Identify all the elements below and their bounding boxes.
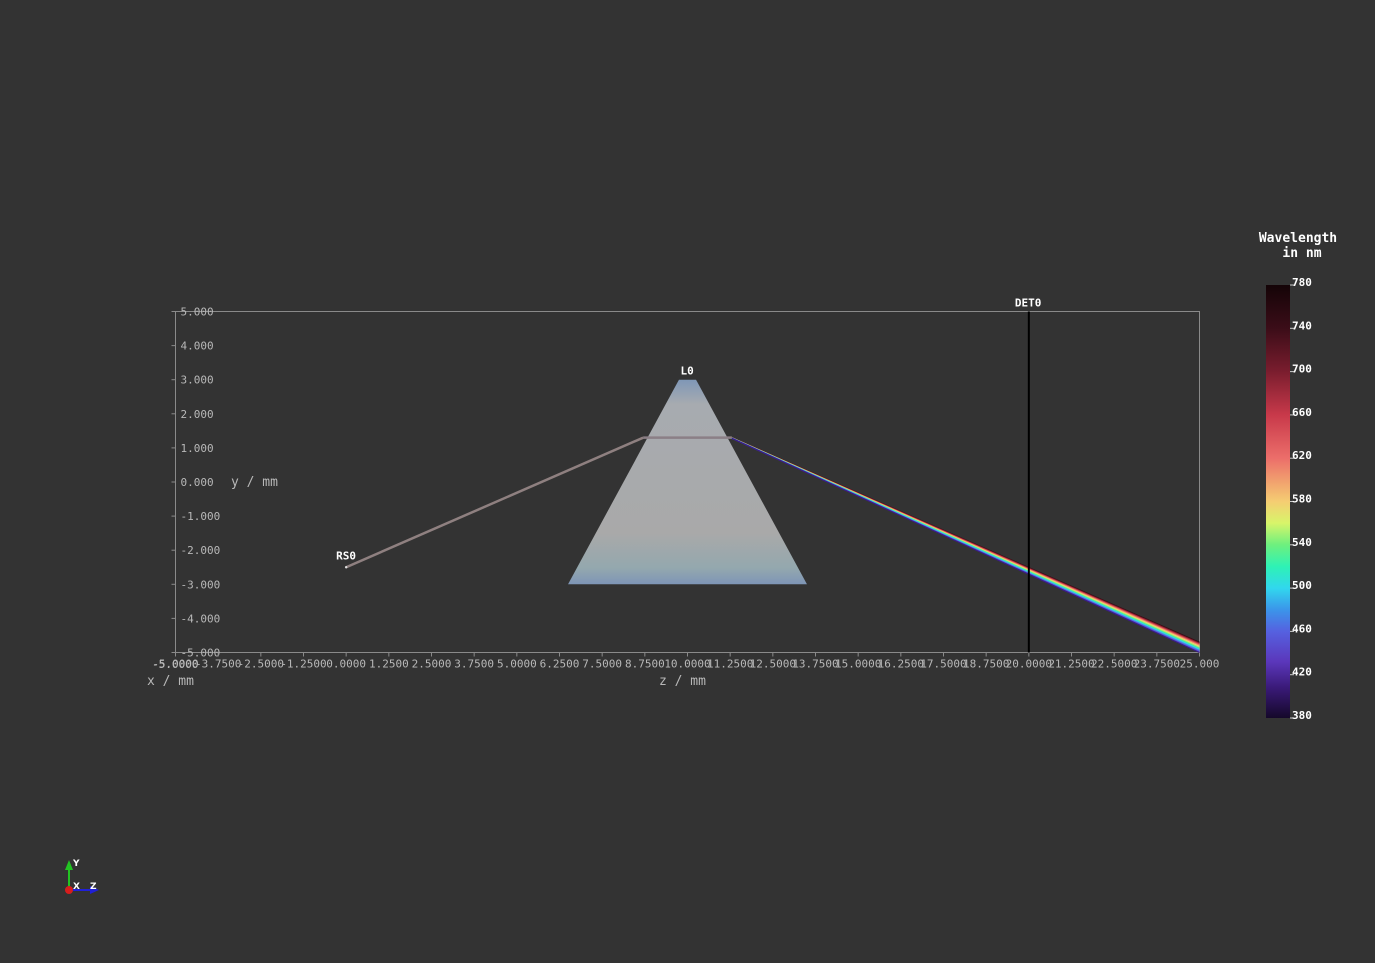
colorbar-tick-label: 420 bbox=[1292, 666, 1312, 679]
wavelength-colorbar bbox=[1266, 285, 1290, 718]
z-tick-label: 21.2500 bbox=[1048, 658, 1094, 671]
y-axis-ticks: 5.000 4.000 3.000 2.000 1.000 0.000 -1.000 -2.0… bbox=[171, 306, 221, 660]
colorbar-title-line1: Wavelength bbox=[1259, 231, 1337, 246]
colorbar-title-line2: in nm bbox=[1282, 246, 1321, 261]
orientation-triad[interactable]: Y X Z bbox=[65, 859, 99, 894]
z-tick-label: 10.0000 bbox=[664, 658, 710, 671]
z-tick-label: 3.7500 bbox=[454, 658, 494, 671]
colorbar-tick-label: 380 bbox=[1292, 709, 1312, 722]
z-tick-label: 6.2500 bbox=[540, 658, 580, 671]
x-arrow-icon bbox=[65, 886, 73, 894]
triad-y-label: Y bbox=[72, 859, 80, 869]
y-tick-label: 2.000 bbox=[181, 408, 214, 421]
colorbar-tick-label: 460 bbox=[1292, 622, 1312, 635]
z-tick-label: 12.5000 bbox=[750, 658, 796, 671]
colorbar-tick-label: 740 bbox=[1292, 319, 1312, 332]
spectrum-ray bbox=[731, 437, 1200, 654]
colorbar-tick-label: 580 bbox=[1292, 493, 1312, 506]
z-axis-label: z / mm bbox=[659, 674, 706, 689]
z-tick-label: 20.0000 bbox=[1006, 658, 1052, 671]
y-tick-label: -2.000 bbox=[181, 544, 221, 557]
z-tick-label: 7.5000 bbox=[582, 658, 622, 671]
y-tick-label: 1.000 bbox=[181, 442, 214, 455]
z-tick-label: 23.7500 bbox=[1134, 658, 1180, 671]
colorbar-tick-label: 620 bbox=[1292, 449, 1312, 462]
z-tick-label: 22.5000 bbox=[1091, 658, 1137, 671]
colorbar-tick-label: 660 bbox=[1292, 406, 1312, 419]
colorbar-tick-label: 700 bbox=[1292, 363, 1312, 376]
z-tick-label: -1.2500 bbox=[280, 658, 326, 671]
z-axis-ticks: -5.0000-3.7500-2.5000-1.2500 0.0000 1.2500… bbox=[152, 652, 1220, 671]
colorbar-tick-label: 540 bbox=[1292, 536, 1312, 549]
z-tick-label: -2.5000 bbox=[238, 658, 284, 671]
z-tick-label: 8.7500 bbox=[625, 658, 665, 671]
z-tick-label: -3.7500 bbox=[195, 658, 241, 671]
detector-label: DET0 bbox=[1015, 297, 1041, 310]
x-axis-tick: -5.0000 bbox=[152, 658, 198, 671]
lens-label: L0 bbox=[681, 365, 694, 378]
z-tick-label: 1.2500 bbox=[369, 658, 409, 671]
z-tick-label: 0.0000 bbox=[326, 658, 366, 671]
z-tick-label: 13.7500 bbox=[792, 658, 838, 671]
y-tick-label: -4.000 bbox=[181, 612, 221, 625]
lens-prism[interactable] bbox=[568, 379, 807, 585]
y-arrow-icon bbox=[65, 860, 73, 870]
y-axis-label: y / mm bbox=[231, 475, 278, 490]
y-tick-label: 4.000 bbox=[181, 340, 214, 353]
y-tick-label: 3.000 bbox=[181, 374, 214, 387]
y-tick-label: -1.000 bbox=[181, 510, 221, 523]
z-tick-label: 17.5000 bbox=[920, 658, 966, 671]
y-tick-label: 5.000 bbox=[181, 306, 214, 319]
triad-x-label: X bbox=[73, 882, 80, 892]
z-tick-label: 2.5000 bbox=[412, 658, 452, 671]
x-axis-label: x / mm bbox=[147, 674, 194, 689]
z-tick-label: 15.0000 bbox=[835, 658, 881, 671]
colorbar-tick-label: 780 bbox=[1292, 276, 1312, 289]
source-label: RS0 bbox=[336, 549, 356, 562]
triad-z-label: Z bbox=[90, 882, 97, 892]
colorbar-tick-label: 500 bbox=[1292, 579, 1312, 592]
y-tick-label: 0.000 bbox=[181, 476, 214, 489]
z-tick-label: 11.2500 bbox=[707, 658, 753, 671]
dispersed-spectrum bbox=[731, 437, 1200, 654]
z-tick-label: 25.000 bbox=[1180, 658, 1220, 671]
z-tick-label: 18.7500 bbox=[963, 658, 1009, 671]
raytracing-scene[interactable]: 5.000 4.000 3.000 2.000 1.000 0.000 -1.000 -2.0… bbox=[0, 0, 1375, 963]
z-tick-label: 5.0000 bbox=[497, 658, 537, 671]
y-tick-label: -3.000 bbox=[181, 578, 221, 591]
source-point[interactable] bbox=[344, 566, 348, 569]
colorbar-ticks: 780 740 700 660 620 580 540 500 460 420 380 bbox=[1290, 276, 1312, 722]
z-tick-label: 16.2500 bbox=[878, 658, 924, 671]
